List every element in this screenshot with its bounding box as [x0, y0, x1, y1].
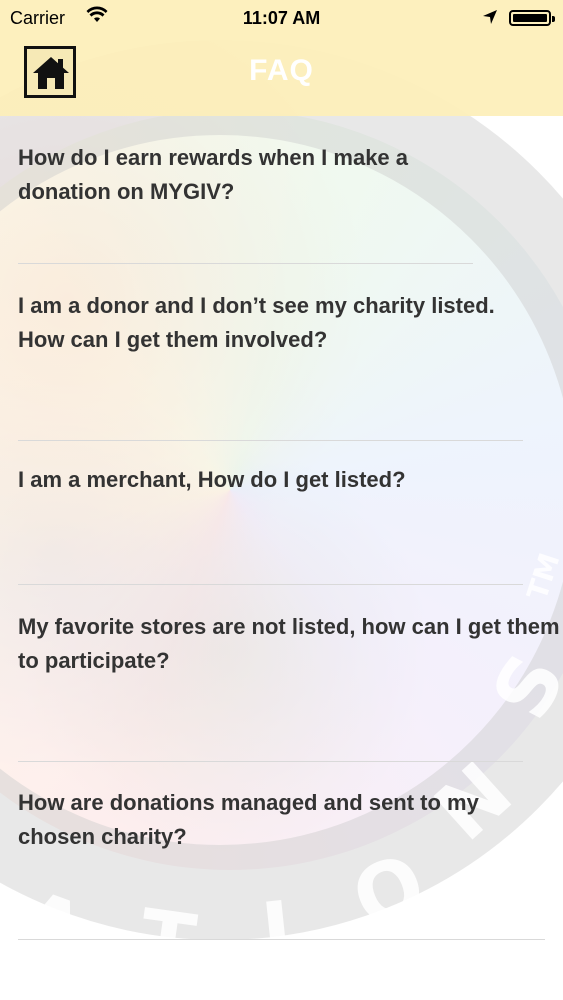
faq-question: How are donations managed and sent to my… — [18, 790, 479, 849]
faq-item[interactable]: How do I earn rewards when I make a dona… — [0, 116, 563, 264]
status-bar: Carrier 11:07 AM — [0, 0, 563, 36]
faq-item[interactable]: My favorite stores are not listed, how c… — [0, 585, 563, 762]
location-arrow-icon — [482, 9, 498, 30]
divider — [18, 939, 545, 940]
faq-question: I am a donor and I don’t see my charity … — [18, 293, 495, 352]
faq-question: My favorite stores are not listed, how c… — [18, 614, 560, 673]
status-time: 11:07 AM — [242, 8, 321, 28]
faq-item[interactable]: I am a donor and I don’t see my charity … — [0, 264, 563, 441]
faq-question: How do I earn rewards when I make a dona… — [18, 145, 409, 204]
faq-question: I am a merchant, How do I get listed? — [18, 467, 406, 492]
faq-list: How do I earn rewards when I make a dona… — [0, 116, 563, 940]
faq-item[interactable]: How are donations managed and sent to my… — [0, 762, 563, 940]
battery-icon — [509, 10, 555, 26]
faq-item[interactable]: I am a merchant, How do I get listed? — [0, 441, 563, 585]
page-title: FAQ — [249, 54, 314, 87]
